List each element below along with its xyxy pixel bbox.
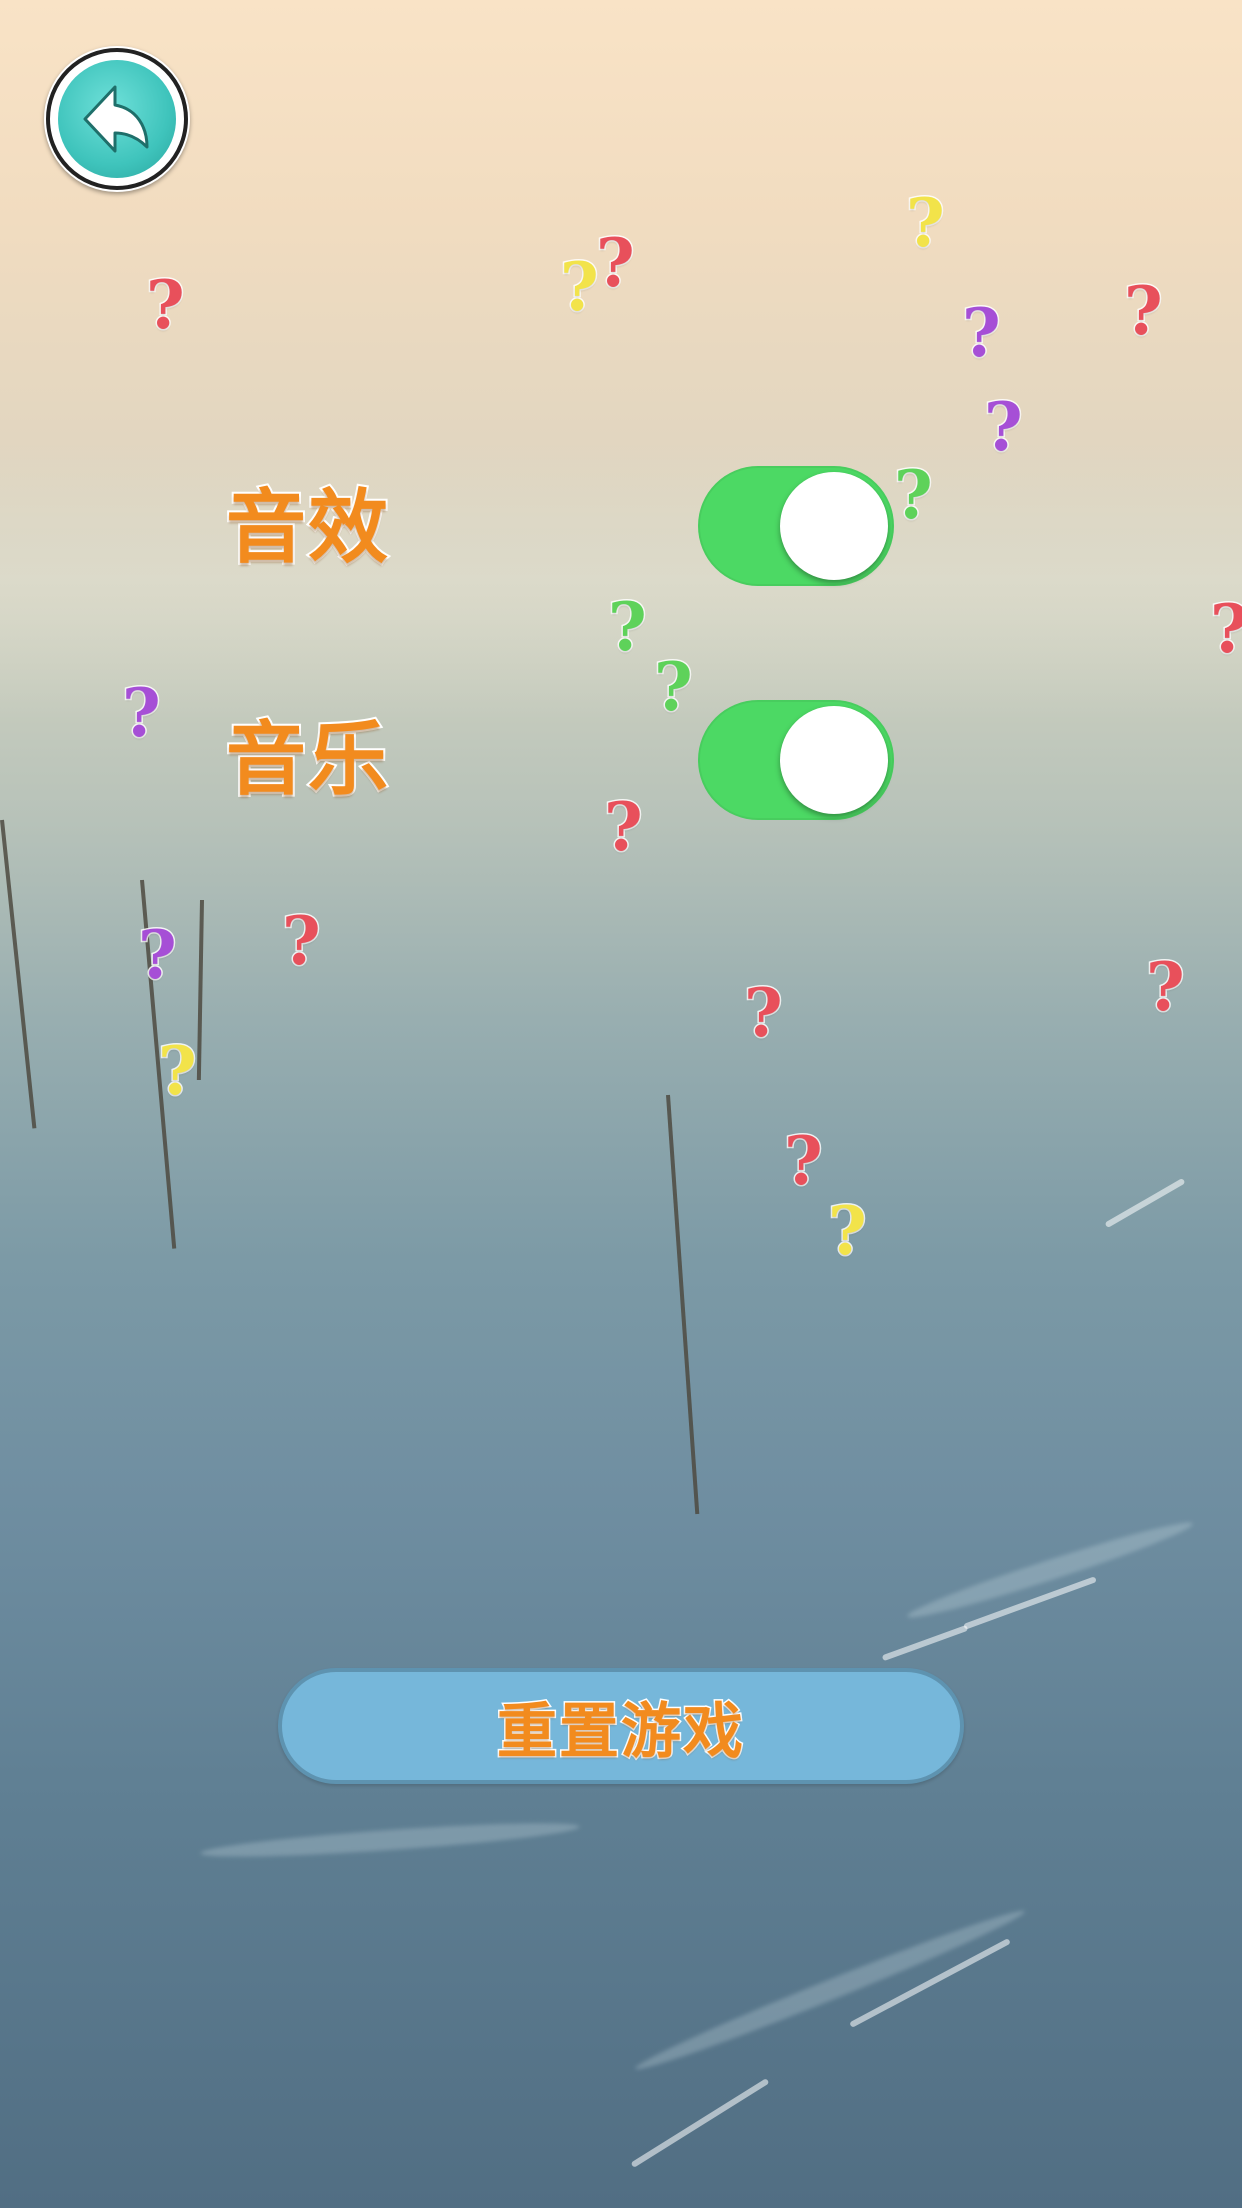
toggle-knob [780,706,888,814]
question-mark-icon: ? [1145,948,1187,1026]
question-mark-icon: ? [137,916,179,994]
settings-screen: ? ? ? ? ? ? ? ? ? ? ? ? ? ? ? ? ? ? ? ? … [0,0,1242,2208]
question-mark-icon: ? [607,588,649,666]
fog-band [0,440,1242,720]
sound-effects-toggle[interactable] [698,466,894,586]
water-sparkle [630,2078,770,2168]
question-mark-icon: ? [157,1032,199,1110]
water-sparkle [881,1624,969,1662]
back-button[interactable] [44,46,190,192]
water-wave [199,1816,581,1864]
question-mark-icon: ? [1209,595,1242,664]
question-mark-icon: ? [145,266,187,344]
water-sparkle [1104,1177,1186,1229]
reset-game-label: 重置游戏 [496,1695,745,1768]
question-mark-icon: ? [121,674,163,752]
water-wave [631,1902,1029,2078]
question-mark-icon: ? [603,788,645,866]
question-mark-icon: ? [783,1122,825,1200]
question-mark-icon: ? [893,456,935,534]
bamboo-pole [196,899,204,1081]
music-label: 音乐 [224,713,390,806]
question-mark-icon: ? [983,388,1025,466]
water-wave [904,1514,1196,1626]
music-toggle[interactable] [698,700,894,820]
question-mark-icon: ? [961,294,1003,372]
question-mark-icon: ? [595,224,637,302]
back-button-face [58,60,176,178]
bamboo-pole [666,1094,700,1515]
question-mark-icon: ? [653,648,695,726]
question-mark-icon: ? [1123,272,1165,350]
question-mark-icon: ? [827,1192,869,1270]
toggle-knob [780,472,888,580]
question-mark-icon: ? [559,248,601,326]
sound-effects-label: 音效 [224,481,390,574]
question-mark-icon: ? [281,902,323,980]
reset-game-button[interactable]: 重置游戏 [278,1668,964,1784]
question-mark-icon: ? [905,184,947,262]
question-mark-icon: ? [743,974,785,1052]
bamboo-pole [0,819,37,1129]
back-arrow-icon [83,85,149,153]
